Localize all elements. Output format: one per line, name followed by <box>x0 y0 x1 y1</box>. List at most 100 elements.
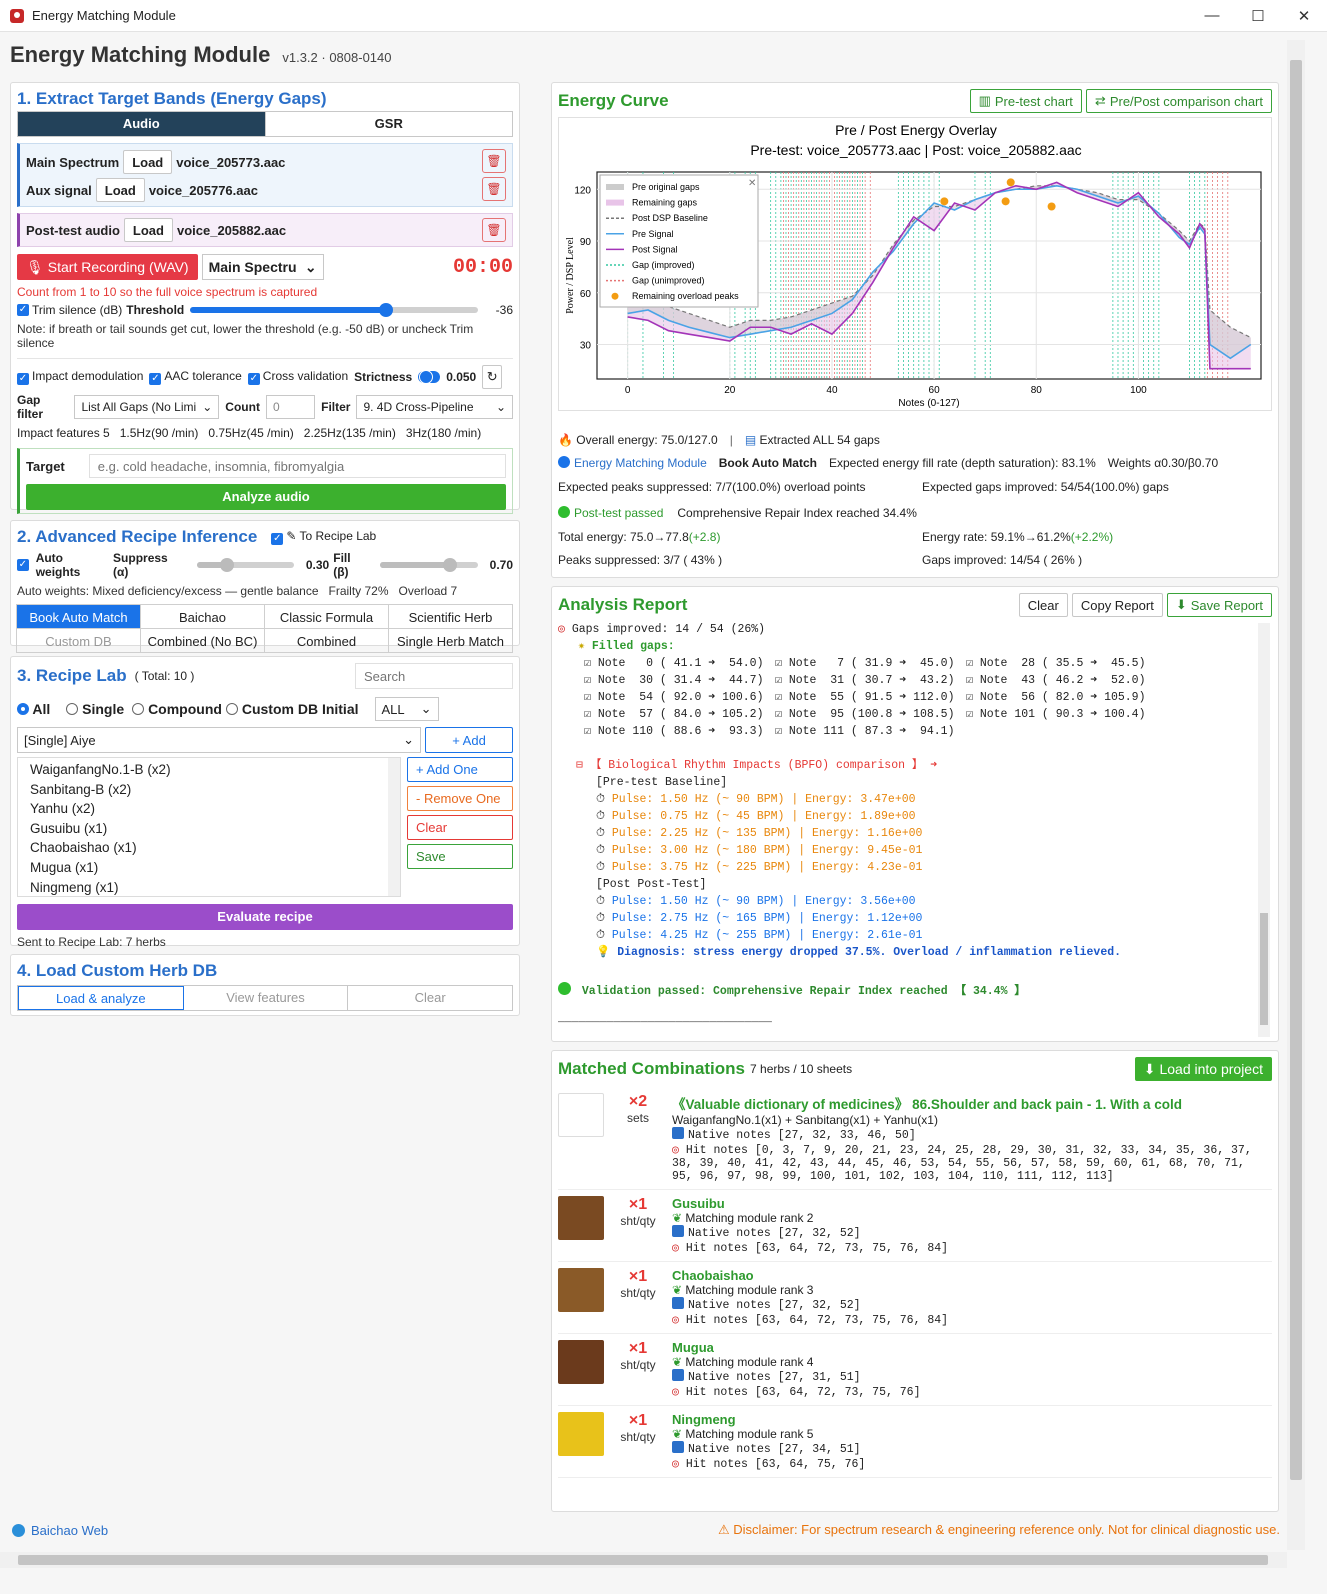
load-analyze-button[interactable]: Load & analyze <box>18 986 184 1010</box>
radio-custom-db[interactable] <box>225 703 238 715</box>
recipe-list-item[interactable]: Mugua (x1) <box>30 858 388 878</box>
formula-name: 《Valuable dictionary of medicines》 86.Sh… <box>672 1097 1182 1112</box>
recipe-list[interactable]: WaiganfangNo.1-B (x2) Sanbitang-B (x2) Yan… <box>17 757 401 897</box>
report-scrollbar[interactable] <box>1258 623 1270 1037</box>
auto-weights-checkbox[interactable]: ✓ <box>17 559 29 571</box>
mode-classic-formula[interactable]: Classic Formula <box>264 604 389 629</box>
impact-label: Impact demodulation <box>32 369 144 383</box>
initial-select[interactable]: ALL ⌄ <box>374 697 439 721</box>
combination-herb[interactable]: ×1 sht/qty Ningmeng ❦ Matching module rank … <box>558 1406 1272 1478</box>
mode-combined[interactable]: Combined <box>264 628 389 653</box>
recipe-list-item[interactable]: Sanbitang-B (x2) <box>30 780 388 800</box>
reset-button[interactable]: ↻ <box>482 365 503 389</box>
delete-main-button[interactable]: 🗑 <box>482 149 506 173</box>
recipe-list-item[interactable]: Yanhu (x2) <box>30 799 388 819</box>
target-input[interactable] <box>88 454 506 478</box>
mode-single-herb-match[interactable]: Single Herb Match <box>388 628 513 653</box>
delete-aux-button[interactable]: 🗑 <box>482 177 506 201</box>
impact-checkbox[interactable]: ✓ <box>17 373 29 385</box>
impact-features: Impact features 5 1.5Hz(90 /min) 0.75Hz(… <box>17 426 513 440</box>
list-scrollbar[interactable] <box>388 758 400 896</box>
clear-button[interactable]: Clear <box>407 815 513 840</box>
report-clear-button[interactable]: Clear <box>1018 593 1068 617</box>
mode-combined-no-bc[interactable]: Combined (No BC) <box>140 628 265 653</box>
threshold-knob[interactable] <box>379 303 394 317</box>
report-scroll-thumb[interactable] <box>1260 913 1268 1025</box>
pretest-chart-button[interactable]: ▥ Pre-test chart <box>969 89 1082 113</box>
strictness-toggle[interactable] <box>418 370 441 384</box>
recipe-list-item[interactable]: Chaobaishao (x1) <box>30 838 388 858</box>
aac-checkbox[interactable]: ✓ <box>149 373 162 385</box>
recipe-list-item[interactable]: Ningmeng (x1) <box>30 878 388 896</box>
load-into-project-button[interactable]: ⬇ Load into project <box>1134 1057 1272 1081</box>
combination-herb[interactable]: ×1 sht/qty Chaobaishao ❦ Matching module ra… <box>558 1262 1272 1334</box>
delete-post-button[interactable]: 🗑 <box>482 218 506 242</box>
recipe-list-item[interactable]: WaiganfangNo.1-B (x2) <box>30 760 388 780</box>
suppress-knob[interactable] <box>219 558 234 572</box>
tab-audio[interactable]: Audio <box>18 112 266 136</box>
load-main-button[interactable]: Load <box>123 150 173 174</box>
leaf-icon: ❦ <box>672 1211 683 1225</box>
close-button[interactable]: ✕ <box>1281 7 1327 25</box>
view-features-button[interactable]: View features <box>184 986 349 1010</box>
baichao-web-link[interactable]: Baichao Web <box>31 1523 108 1538</box>
horizontal-scrollbar[interactable] <box>0 1552 1287 1568</box>
vertical-scrollbar[interactable] <box>1287 40 1305 1550</box>
comparison-chart-button[interactable]: ⇄ Pre/Post comparison chart <box>1085 89 1272 113</box>
to-lab-checkbox[interactable]: ✓ <box>271 533 284 545</box>
fill-knob[interactable] <box>443 558 458 572</box>
radio-compound[interactable] <box>132 703 145 715</box>
count-input[interactable]: 0 <box>265 395 316 419</box>
legend-label: Post DSP Baseline <box>632 213 708 223</box>
collapse-icon[interactable]: ⊟ <box>576 759 583 772</box>
suppress-slider[interactable] <box>196 558 294 572</box>
maximize-button[interactable]: ☐ <box>1235 7 1281 25</box>
radio-all[interactable] <box>17 703 29 715</box>
load-aux-button[interactable]: Load <box>95 178 145 202</box>
report-gaps-line: Gaps improved: 14 / 54 (26%) <box>571 623 766 636</box>
trim-silence-checkbox[interactable]: ✓ <box>17 304 29 316</box>
clear-db-button[interactable]: Clear <box>348 986 512 1010</box>
filter-select[interactable]: 9. 4D Cross-Pipeline ⌄ <box>356 395 514 419</box>
horizontal-scroll-thumb[interactable] <box>18 1555 1268 1565</box>
add-button[interactable]: + Add <box>425 727 513 753</box>
herb-qty: ×1 <box>628 1340 648 1357</box>
channel-select[interactable]: Main Spectru ⌄ <box>201 254 324 280</box>
herb-select[interactable]: [Single] Aiye ⌄ <box>17 727 421 753</box>
save-button[interactable]: Save <box>407 844 513 869</box>
herb-qty: ×1 <box>628 1196 648 1213</box>
aux-signal-label: Aux signal <box>26 182 92 198</box>
load-post-button[interactable]: Load <box>123 218 173 242</box>
combination-herb[interactable]: ×1 sht/qty Gusuibu ❦ Matching module rank 2… <box>558 1190 1272 1262</box>
threshold-slider[interactable] <box>190 303 479 317</box>
evaluate-recipe-button[interactable]: Evaluate recipe <box>17 904 513 930</box>
stopwatch-icon: ⏱ <box>596 827 605 840</box>
start-recording-label: Start Recording (WAV) <box>47 259 189 275</box>
cross-checkbox[interactable]: ✓ <box>247 373 260 385</box>
minimize-button[interactable]: — <box>1189 7 1235 25</box>
analyze-audio-button[interactable]: Analyze audio <box>26 484 506 510</box>
radio-custom-db-label: Custom DB Initial <box>241 701 359 717</box>
combination-formula[interactable]: ×2 sets 《Valuable dictionary of medicines… <box>558 1087 1272 1190</box>
bpfo-heading: 【 Biological Rhythm Impacts (BPFO) compa… <box>589 759 938 772</box>
mode-baichao[interactable]: Baichao <box>140 604 265 629</box>
recipe-search-input[interactable] <box>355 663 513 689</box>
tab-gsr[interactable]: GSR <box>266 112 513 136</box>
leaf-icon: ❦ <box>672 1283 683 1297</box>
mode-custom-db[interactable]: Custom DB <box>16 628 141 653</box>
save-report-button[interactable]: ⬇ Save Report <box>1166 593 1272 617</box>
start-recording-button[interactable]: 🎙 Start Recording (WAV) <box>17 254 198 280</box>
mode-book-auto-match[interactable]: Book Auto Match <box>16 604 141 629</box>
fill-slider[interactable] <box>380 558 478 572</box>
remove-one-button[interactable]: - Remove One <box>407 786 513 811</box>
gap-filter-select[interactable]: List All Gaps (No Limi ⌄ <box>74 395 220 419</box>
mode-scientific-herb[interactable]: Scientific Herb <box>388 604 513 629</box>
combination-herb[interactable]: ×1 sht/qty Mugua ❦ Matching module rank 4 Na… <box>558 1334 1272 1406</box>
add-one-button[interactable]: + Add One <box>407 757 513 782</box>
microphone-icon: 🎙 <box>26 258 44 275</box>
copy-report-button[interactable]: Copy Report <box>1071 593 1163 617</box>
radio-single[interactable] <box>66 703 79 715</box>
vertical-scroll-thumb[interactable] <box>1290 60 1302 1480</box>
x-tick-label: 20 <box>724 385 736 396</box>
recipe-list-item[interactable]: Gusuibu (x1) <box>30 819 388 839</box>
